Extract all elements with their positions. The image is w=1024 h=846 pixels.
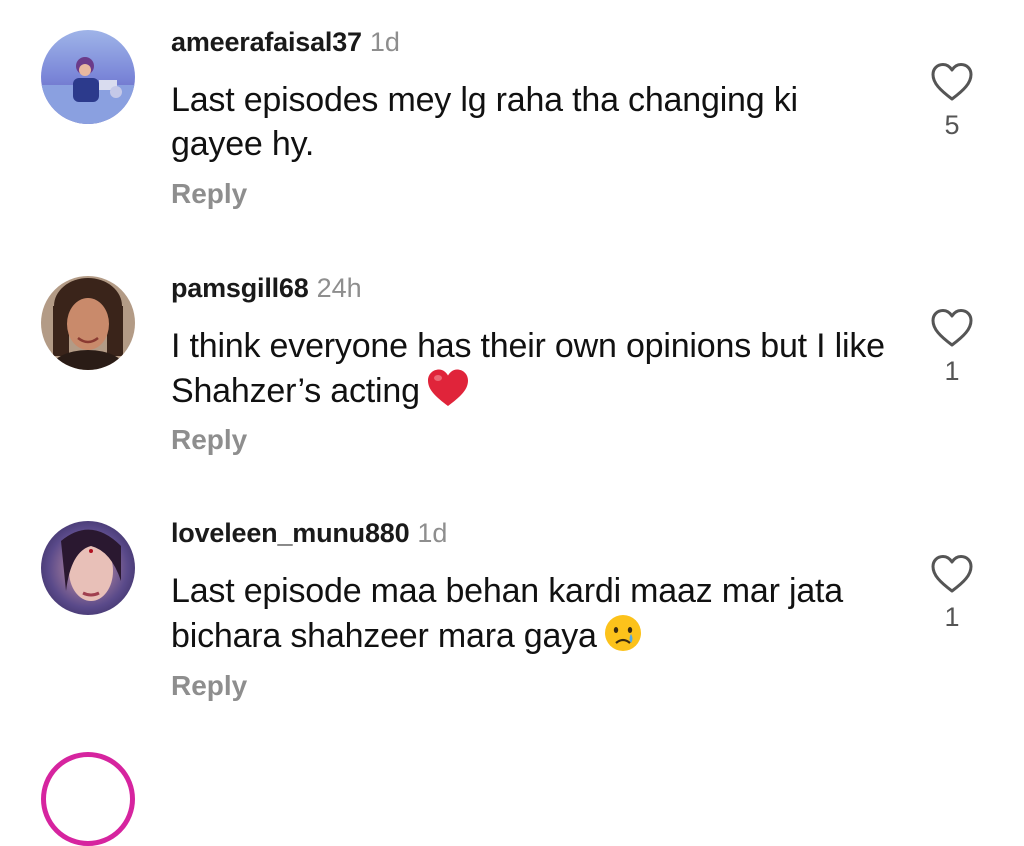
- comment-text-content: Last episodes mey lg raha tha changing k…: [171, 81, 798, 163]
- comment-meta: ameerafaisal37 1d: [171, 26, 400, 58]
- username[interactable]: loveleen_munu880: [171, 518, 410, 548]
- avatar[interactable]: [41, 30, 135, 124]
- like-count: 5: [944, 110, 960, 140]
- red-heart-emoji: [426, 368, 470, 419]
- timestamp: 1d: [417, 518, 448, 548]
- timestamp: 1d: [369, 27, 400, 57]
- like-area: 5: [926, 62, 978, 141]
- heart-outline-icon[interactable]: [930, 62, 974, 102]
- like-count: 1: [944, 356, 960, 386]
- heart-outline-icon[interactable]: [930, 554, 974, 594]
- comment-text: Last episode maa behan kardi maaz mar ja…: [171, 569, 891, 664]
- reply-button[interactable]: Reply: [171, 178, 247, 210]
- username[interactable]: ameerafaisal37: [171, 27, 362, 57]
- comment-text: Last episodes mey lg raha tha changing k…: [171, 78, 891, 166]
- timestamp: 24h: [316, 273, 362, 303]
- avatar-story-ring[interactable]: [41, 752, 135, 846]
- comment-text: I think everyone has their own opinions …: [171, 324, 891, 419]
- comment-text-content: I think everyone has their own opinions …: [171, 327, 885, 410]
- crying-face-emoji: [603, 613, 643, 664]
- comment-text-content: Last episode maa behan kardi maaz mar ja…: [171, 572, 843, 655]
- heart-outline-icon[interactable]: [930, 308, 974, 348]
- avatar[interactable]: [41, 521, 135, 615]
- reply-button[interactable]: Reply: [171, 670, 247, 702]
- like-area: 1: [926, 554, 978, 633]
- reply-button[interactable]: Reply: [171, 424, 247, 456]
- like-count: 1: [944, 602, 960, 632]
- comment-meta: pamsgill68 24h: [171, 272, 362, 304]
- username[interactable]: pamsgill68: [171, 273, 309, 303]
- avatar[interactable]: [41, 276, 135, 370]
- like-area: 1: [926, 308, 978, 387]
- comment-meta: loveleen_munu880 1d: [171, 517, 447, 549]
